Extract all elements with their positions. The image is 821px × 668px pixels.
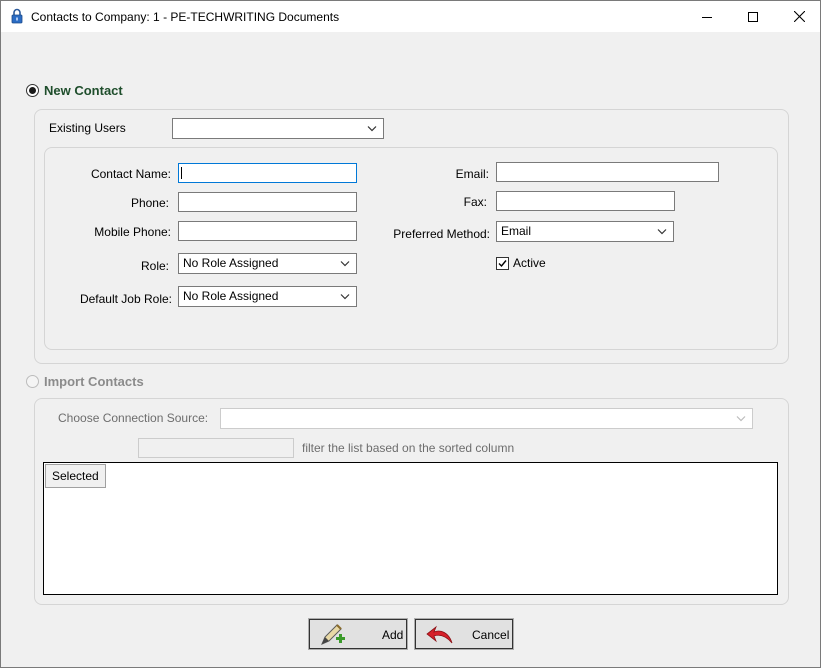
pencil-plus-icon (321, 624, 345, 645)
chevron-down-icon (367, 126, 377, 132)
mobile-phone-input[interactable] (178, 221, 357, 241)
undo-arrow-icon (426, 625, 453, 644)
fax-input[interactable] (496, 191, 675, 211)
default-job-role-value: No Role Assigned (183, 289, 279, 303)
import-contacts-grid[interactable]: Selected (43, 462, 778, 595)
contact-name-label: Contact Name: (90, 167, 171, 181)
cancel-button[interactable]: Cancel (414, 618, 514, 650)
preferred-method-value: Email (501, 224, 532, 238)
contact-name-input[interactable] (178, 163, 357, 183)
new-contact-label[interactable]: New Contact (44, 83, 123, 98)
maximize-icon (748, 11, 758, 22)
padlock-icon (11, 8, 23, 24)
existing-users-dropdown[interactable] (172, 118, 384, 139)
column-header-selected[interactable]: Selected (45, 464, 106, 488)
connection-source-dropdown[interactable] (220, 408, 753, 429)
filter-input[interactable] (138, 438, 294, 458)
chevron-down-icon (736, 416, 746, 422)
import-contacts-radio[interactable] (26, 375, 39, 388)
maximize-button[interactable] (730, 1, 776, 32)
chevron-down-icon (340, 294, 350, 300)
preferred-method-dropdown[interactable]: Email (496, 221, 674, 242)
email-label: Email: (455, 167, 489, 181)
chevron-down-icon (657, 229, 667, 235)
add-button[interactable]: Add (308, 618, 408, 650)
title-bar[interactable]: Contacts to Company: 1 - PE-TECHWRITING … (1, 1, 820, 32)
import-contacts-label[interactable]: Import Contacts (44, 374, 144, 389)
window-title: Contacts to Company: 1 - PE-TECHWRITING … (31, 10, 340, 24)
add-button-label: Add (382, 628, 404, 642)
close-button[interactable] (776, 1, 821, 32)
default-job-role-label: Default Job Role: (79, 292, 172, 306)
active-label[interactable]: Active (513, 256, 546, 270)
filter-hint: filter the list based on the sorted colu… (302, 441, 515, 455)
role-value: No Role Assigned (183, 256, 279, 270)
phone-input[interactable] (178, 192, 357, 212)
fax-label: Fax: (463, 195, 487, 209)
default-job-role-dropdown[interactable]: No Role Assigned (178, 286, 357, 307)
role-label: Role: (140, 259, 169, 273)
active-checkbox[interactable] (496, 257, 509, 270)
new-contact-radio[interactable] (26, 84, 39, 97)
minimize-icon (702, 16, 712, 18)
phone-label: Phone: (130, 196, 169, 210)
connection-source-label: Choose Connection Source: (58, 411, 209, 425)
existing-users-label: Existing Users (49, 121, 126, 135)
chevron-down-icon (340, 261, 350, 267)
email-input[interactable] (496, 162, 719, 182)
role-dropdown[interactable]: No Role Assigned (178, 253, 357, 274)
mobile-phone-label: Mobile Phone: (94, 225, 171, 239)
close-icon (793, 11, 805, 22)
checkmark-icon (498, 260, 507, 268)
preferred-method-label: Preferred Method: (393, 227, 490, 241)
cancel-button-label: Cancel (472, 628, 510, 642)
dialog-window: Contacts to Company: 1 - PE-TECHWRITING … (0, 0, 821, 668)
minimize-button[interactable] (684, 1, 730, 32)
